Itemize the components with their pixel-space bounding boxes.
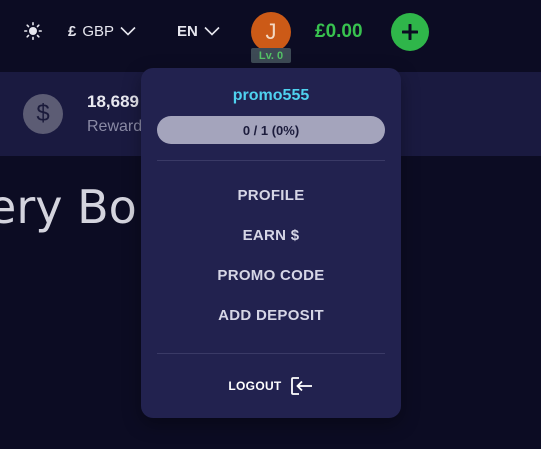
balance: £0.00	[315, 21, 363, 42]
menu-item-promo-code[interactable]: PROMO CODE	[141, 264, 401, 288]
page-title: tery Bo	[0, 180, 137, 234]
plus-icon	[402, 24, 418, 40]
chevron-down-icon	[120, 26, 136, 36]
menu-item-add-deposit[interactable]: ADD DEPOSIT	[141, 304, 401, 328]
menu-item-earn[interactable]: EARN $	[141, 224, 401, 248]
level-badge: Lv. 0	[251, 48, 291, 63]
divider	[157, 353, 385, 354]
currency-code: GBP	[82, 22, 115, 40]
avatar: J	[251, 12, 291, 52]
currency-symbol: £	[68, 22, 77, 40]
top-bar: £ GBP EN J Lv. 0 £0.00	[0, 0, 541, 72]
currency-selector[interactable]: £ GBP	[68, 20, 136, 42]
user-dropdown-menu: promo555 0 / 1 (0%) PROFILE EARN $ PROMO…	[141, 68, 401, 418]
progress-text: 0 / 1 (0%)	[242, 122, 300, 138]
dollar-icon: $	[23, 94, 63, 134]
sun-icon	[24, 22, 42, 40]
language-selector[interactable]: EN	[177, 20, 220, 42]
add-funds-button[interactable]	[391, 13, 429, 51]
language-code: EN	[177, 22, 198, 40]
level-progress-bar: 0 / 1 (0%)	[157, 116, 385, 144]
logout-label: LOGOUT	[228, 379, 282, 393]
reward-label: Reward	[87, 118, 143, 135]
page: £ GBP EN J Lv. 0 £0.00 $ 18,689 Reward e…	[0, 0, 541, 449]
divider	[157, 160, 385, 161]
logout-button[interactable]: LOGOUT	[141, 374, 401, 398]
logout-icon	[290, 377, 312, 395]
username: promo555	[232, 87, 310, 104]
chevron-down-icon	[204, 26, 220, 36]
reward-amount: 18,689	[87, 92, 139, 111]
menu-item-profile[interactable]: PROFILE	[141, 184, 401, 208]
user-avatar-button[interactable]: J Lv. 0	[250, 12, 292, 64]
theme-toggle[interactable]	[22, 20, 44, 42]
